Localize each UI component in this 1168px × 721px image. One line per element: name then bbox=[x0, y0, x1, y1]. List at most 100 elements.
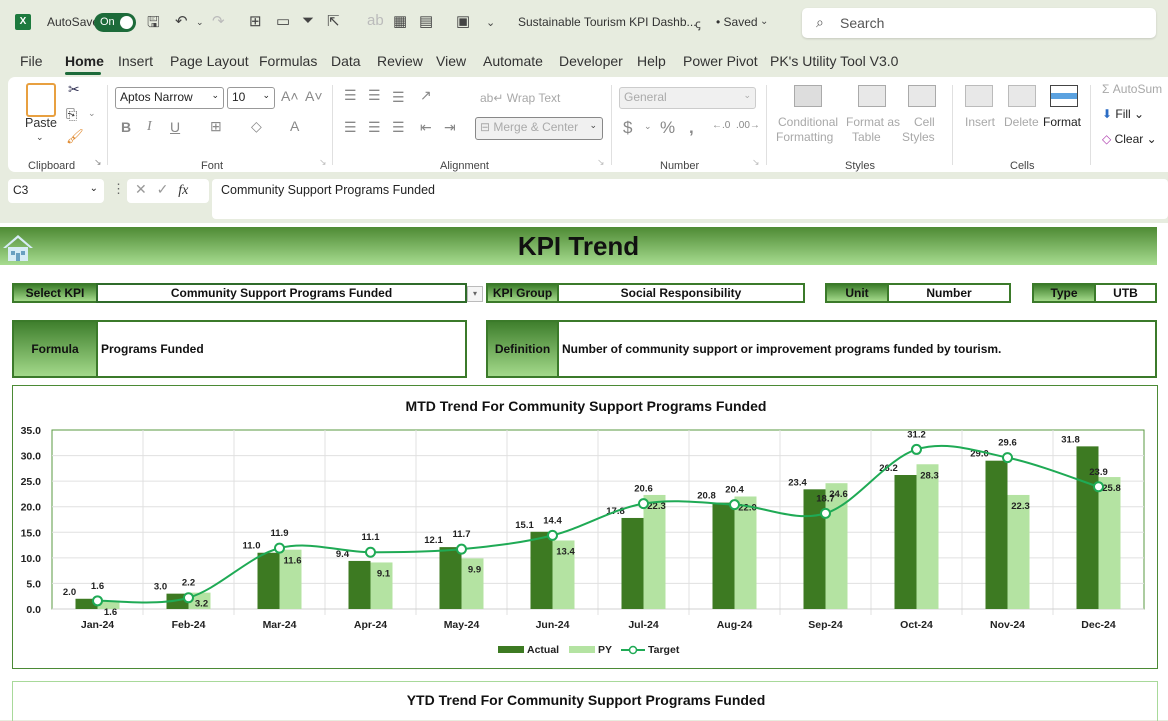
insert-cells-button[interactable]: Insert bbox=[965, 115, 995, 129]
select-kpi-field[interactable]: Community Support Programs Funded bbox=[96, 283, 467, 303]
tab-home[interactable]: Home bbox=[65, 53, 104, 69]
share-icon[interactable]: ⇱ bbox=[327, 12, 340, 30]
tab-view[interactable]: View bbox=[436, 53, 466, 69]
tab-help[interactable]: Help bbox=[637, 53, 666, 69]
underline-icon[interactable]: U bbox=[170, 119, 180, 135]
merge-center-button[interactable]: ⊟ Merge & Center ⌄ bbox=[475, 117, 603, 140]
paste-icon[interactable] bbox=[26, 83, 56, 117]
tab-data[interactable]: Data bbox=[331, 53, 361, 69]
cancel-icon[interactable]: ✕ bbox=[135, 181, 147, 197]
insert-function-icon[interactable]: fx bbox=[178, 183, 188, 198]
align-bottom-icon[interactable]: ☰ bbox=[392, 89, 405, 106]
delete-cells-button[interactable]: Delete bbox=[1004, 115, 1039, 129]
clipboard-launcher-icon[interactable]: ↘ bbox=[94, 157, 102, 168]
filter-icon[interactable]: ⏷ bbox=[302, 12, 314, 29]
format-cells-icon[interactable] bbox=[1050, 85, 1078, 107]
clear-button[interactable]: ◇ Clear ⌄ bbox=[1102, 132, 1157, 146]
currency-icon[interactable]: $ bbox=[623, 118, 632, 138]
calculator-icon[interactable]: ▣ bbox=[456, 12, 470, 30]
increase-indent-icon[interactable]: ⇥ bbox=[444, 119, 456, 136]
tab-developer[interactable]: Developer bbox=[559, 53, 623, 69]
save-icon[interactable]: 🖫 bbox=[147, 12, 160, 37]
formula-input[interactable]: Community Support Programs Funded bbox=[212, 179, 1168, 219]
undo-dropdown-icon[interactable]: ⌄ bbox=[196, 17, 204, 28]
redo-icon[interactable]: ↷ bbox=[212, 12, 225, 30]
mtd-chart[interactable]: MTD Trend For Community Support Programs… bbox=[12, 385, 1158, 669]
align-right-icon[interactable]: ☰ bbox=[392, 119, 405, 136]
tab-pk-utility[interactable]: PK's Utility Tool V3.0 bbox=[770, 53, 898, 69]
search-box[interactable]: ⌕ Search bbox=[802, 8, 1156, 38]
coauthor-icon[interactable]: ꞔ bbox=[695, 15, 701, 32]
font-color-icon[interactable]: A bbox=[290, 118, 299, 134]
borders-icon[interactable]: ⊞ bbox=[210, 118, 222, 135]
number-format-select[interactable]: General ⌄ bbox=[619, 87, 756, 109]
fill-button[interactable]: ⬇ Fill ⌄ bbox=[1102, 107, 1144, 121]
format-as-table-icon[interactable] bbox=[858, 85, 886, 107]
cut-icon[interactable]: ✂ bbox=[68, 81, 80, 98]
align-top-icon[interactable]: ☰ bbox=[344, 87, 357, 104]
cell-styles-button[interactable]: Cell bbox=[914, 115, 935, 129]
table-icon[interactable]: ▦ bbox=[393, 12, 407, 30]
conditional-formatting-button[interactable]: Conditional bbox=[778, 115, 838, 129]
search-icon: ⌕ bbox=[816, 14, 824, 30]
format-as-table-button[interactable]: Format as bbox=[846, 115, 900, 129]
picture-icon[interactable]: ▭ bbox=[276, 12, 290, 30]
italic-icon[interactable]: I bbox=[147, 119, 152, 135]
fill-color-icon[interactable]: ◇ bbox=[251, 118, 262, 135]
name-box[interactable]: C3 ⌄ bbox=[8, 179, 104, 203]
alignment-launcher-icon[interactable]: ↘ bbox=[597, 157, 605, 168]
tab-insert[interactable]: Insert bbox=[118, 53, 153, 69]
decrease-font-icon[interactable]: A˅ bbox=[305, 88, 323, 104]
autosave-toggle[interactable]: On bbox=[94, 13, 136, 32]
decrease-decimal-icon[interactable]: .00→ bbox=[736, 120, 760, 131]
kpi-dropdown-icon[interactable]: ▾ bbox=[467, 286, 483, 302]
saved-status[interactable]: • Saved bbox=[716, 15, 758, 29]
font-name-select[interactable]: Aptos Narrow ⌄ bbox=[115, 87, 224, 109]
tab-review[interactable]: Review bbox=[377, 53, 423, 69]
font-launcher-icon[interactable]: ↘ bbox=[319, 157, 327, 168]
font-size-select[interactable]: 10 ⌄ bbox=[227, 87, 275, 109]
borders-icon[interactable]: ⊞ bbox=[249, 12, 262, 30]
undo-icon[interactable]: ↶ bbox=[175, 12, 188, 30]
currency-dropdown-icon[interactable]: ⌄ bbox=[644, 121, 652, 132]
align-middle-icon[interactable]: ☰ bbox=[368, 87, 381, 104]
conditional-formatting-button-2[interactable]: Formatting bbox=[776, 130, 833, 144]
ytd-chart[interactable]: YTD Trend For Community Support Programs… bbox=[12, 681, 1158, 721]
form-icon[interactable]: ▤ bbox=[419, 12, 433, 30]
comma-icon[interactable]: , bbox=[689, 118, 694, 138]
legend-label-actual: Actual bbox=[527, 644, 559, 656]
conditional-formatting-icon[interactable] bbox=[794, 85, 822, 107]
format-as-table-button-2[interactable]: Table bbox=[852, 130, 881, 144]
autosum-button[interactable]: Σ AutoSum bbox=[1102, 82, 1162, 96]
copy-dropdown-icon[interactable]: ⌄ bbox=[88, 108, 96, 119]
cell-styles-icon[interactable] bbox=[908, 85, 936, 107]
tab-formulas[interactable]: Formulas bbox=[259, 53, 317, 69]
insert-cells-icon[interactable] bbox=[965, 85, 993, 107]
wrap-text-button[interactable]: ab↵ Wrap Text bbox=[480, 91, 560, 105]
increase-decimal-icon[interactable]: ←.0 bbox=[712, 120, 730, 131]
cell-styles-button-2[interactable]: Styles bbox=[902, 130, 935, 144]
paste-dropdown-icon[interactable]: ⌄ bbox=[36, 132, 44, 143]
chevron-down-icon[interactable]: ⌄ bbox=[760, 16, 768, 27]
increase-font-icon[interactable]: A˄ bbox=[281, 88, 299, 104]
tab-automate[interactable]: Automate bbox=[483, 53, 543, 69]
number-launcher-icon[interactable]: ↘ bbox=[752, 157, 760, 168]
bold-icon[interactable]: B bbox=[121, 119, 131, 135]
paste-button[interactable]: Paste bbox=[25, 116, 57, 130]
align-left-icon[interactable]: ☰ bbox=[344, 119, 357, 136]
more-options-icon[interactable]: ⋮ bbox=[112, 181, 125, 197]
tab-page-layout[interactable]: Page Layout bbox=[170, 53, 249, 69]
customize-toolbar-icon[interactable]: ⌄ bbox=[486, 16, 495, 29]
align-center-icon[interactable]: ☰ bbox=[368, 119, 381, 136]
orientation-icon[interactable]: ↗ bbox=[420, 87, 432, 104]
tab-power-pivot[interactable]: Power Pivot bbox=[683, 53, 758, 69]
confirm-icon[interactable]: ✓ bbox=[157, 181, 169, 197]
format-cells-button[interactable]: Format bbox=[1043, 115, 1081, 129]
decrease-indent-icon[interactable]: ⇤ bbox=[420, 119, 432, 136]
percent-icon[interactable]: % bbox=[660, 118, 675, 138]
format-painter-icon[interactable]: 🖌 bbox=[66, 128, 84, 145]
copy-icon[interactable]: ⎘ bbox=[66, 106, 77, 123]
delete-cells-icon[interactable] bbox=[1008, 85, 1036, 107]
tab-file[interactable]: File bbox=[20, 53, 43, 69]
spelling-icon[interactable]: ab bbox=[367, 12, 384, 29]
